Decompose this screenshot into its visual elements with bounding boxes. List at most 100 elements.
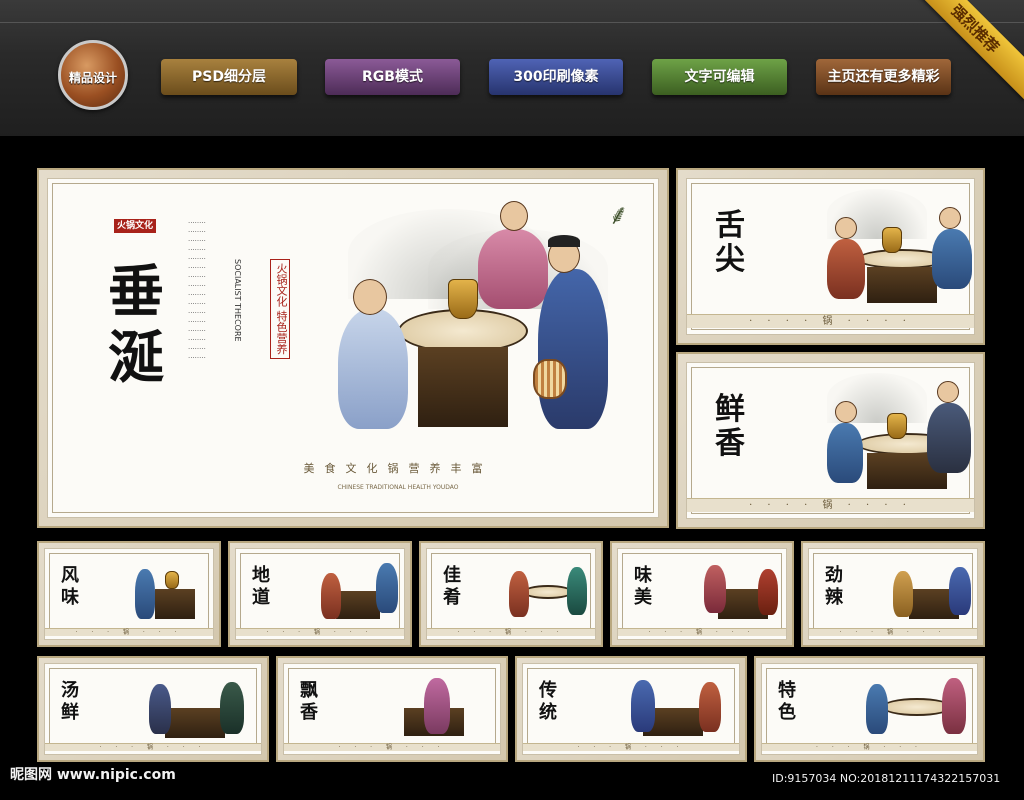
diner-head: [353, 279, 387, 315]
poster-title: 风味: [61, 565, 81, 608]
table: [523, 585, 573, 599]
small-poster-canvas: 味美 · · · 锅 · · ·: [617, 548, 787, 640]
poster-footer: · · · 锅 · · ·: [236, 628, 404, 636]
table-base: [155, 589, 195, 619]
feature-pill-psd[interactable]: PSD细分层: [161, 59, 297, 95]
small-poster-canvas: 地道 · · · 锅 · · ·: [235, 548, 405, 640]
small-poster[interactable]: 汤鲜 · · · 锅 · · ·: [37, 656, 269, 762]
figure: [321, 573, 341, 619]
diner-figure: [827, 239, 865, 299]
small-poster[interactable]: 佳肴 · · · 锅 · · ·: [419, 541, 603, 647]
table-base: [165, 708, 225, 738]
poster-footer: · · · 锅 · · ·: [809, 628, 977, 636]
small-poster-canvas: 特色 · · · 锅 · · ·: [761, 663, 978, 755]
poster-footer: · · · · 锅 · · · ·: [687, 314, 974, 328]
poster-title: 特色: [778, 680, 798, 723]
main-title: 垂涎: [108, 259, 166, 391]
poster-footer: · · · 锅 · · ·: [523, 743, 739, 751]
figure: [704, 565, 726, 613]
diner-head: [835, 217, 857, 239]
badge-label: 精品设计: [68, 71, 117, 85]
figure: [631, 680, 655, 732]
side-poster-canvas: 舌尖 · · · · 锅 · · · ·: [686, 178, 975, 335]
feature-pill-editable[interactable]: 文字可编辑: [652, 59, 787, 95]
side-poster-canvas: 鲜香 · · · · 锅 · · · ·: [686, 362, 975, 519]
feature-pill-more[interactable]: 主页还有更多精彩: [816, 59, 951, 95]
small-poster-canvas: 汤鲜 · · · 锅 · · ·: [44, 663, 262, 755]
poster-title: 飘香: [300, 680, 320, 723]
hotpot: [448, 279, 478, 319]
feature-pill-rgb[interactable]: RGB模式: [325, 59, 460, 95]
diner-head: [835, 401, 857, 423]
figure: [376, 563, 398, 613]
diner-head: [939, 207, 961, 229]
side-poster[interactable]: 鲜香 · · · · 锅 · · · ·: [676, 352, 985, 529]
small-poster-canvas: 传统 · · · 锅 · · ·: [522, 663, 740, 755]
figure: [424, 678, 450, 734]
poster-footer: · · · 锅 · · ·: [427, 628, 595, 636]
figure: [135, 569, 155, 619]
figure: [567, 567, 587, 615]
figure: [949, 567, 971, 615]
bamboo-leaves: ⸙: [608, 198, 630, 231]
small-poster[interactable]: 传统 · · · 锅 · · ·: [515, 656, 747, 762]
poster-footer: · · · 锅 · · ·: [45, 628, 213, 636]
small-poster[interactable]: 劲辣 · · · 锅 · · ·: [801, 541, 985, 647]
image-id: ID:9157034 NO:20181211174322157031: [772, 772, 1001, 785]
small-poster[interactable]: 特色 · · · 锅 · · ·: [754, 656, 985, 762]
diner-head: [937, 381, 959, 403]
small-poster-canvas: 飘香 · · · 锅 · · ·: [283, 663, 501, 755]
footer-english: CHINESE TRADITIONAL HEALTH YOUDAO: [337, 484, 459, 491]
site-watermark: 昵图网 www.nipic.com: [10, 767, 176, 783]
hotpot: [165, 571, 179, 589]
subtitle-vertical: 火锅文化 特色营养: [270, 259, 290, 359]
header-divider: [0, 22, 1024, 23]
table-base: [418, 347, 508, 427]
diner-figure: [932, 229, 972, 289]
side-poster[interactable]: 舌尖 · · · · 锅 · · · ·: [676, 168, 985, 345]
poster-title: 传统: [539, 680, 559, 723]
figure: [509, 571, 529, 617]
poster-footer: · · · · 锅 · · · ·: [687, 498, 974, 512]
figure: [699, 682, 721, 732]
poster-title: 劲辣: [825, 565, 845, 608]
figure: [149, 684, 171, 734]
small-poster[interactable]: 飘香 · · · 锅 · · ·: [276, 656, 508, 762]
brand-badge: 精品设计: [58, 40, 128, 110]
diner-figure: [827, 423, 863, 483]
hotpot: [887, 413, 907, 439]
poster-title: 地道: [252, 565, 272, 608]
cap: [548, 235, 580, 247]
figure: [942, 678, 966, 734]
poster-title: 鲜香: [715, 392, 747, 461]
poster-footer: · · · 锅 · · ·: [618, 628, 786, 636]
bird-cage: [533, 359, 567, 399]
table-base: [336, 591, 380, 619]
feature-pill-print[interactable]: 300印刷像素: [489, 59, 623, 95]
main-poster[interactable]: ⸙ 火锅文化 ········ ········ ········ ········ ·…: [37, 168, 669, 528]
small-poster[interactable]: 味美 · · · 锅 · · ·: [610, 541, 794, 647]
poster-title: 汤鲜: [61, 680, 81, 723]
poster-title: 味美: [634, 565, 654, 608]
figure: [758, 569, 778, 615]
figure: [220, 682, 244, 734]
server-head: [500, 201, 528, 231]
header-strip: 精品设计 PSD细分层 RGB模式 300印刷像素 文字可编辑 主页还有更多精彩…: [0, 0, 1024, 136]
small-poster[interactable]: 风味 · · · 锅 · · ·: [37, 541, 221, 647]
small-poster[interactable]: 地道 · · · 锅 · · ·: [228, 541, 412, 647]
poster-title: 舌尖: [715, 208, 747, 277]
main-poster-canvas: ⸙ 火锅文化 ········ ········ ········ ········ ·…: [47, 178, 659, 518]
small-poster-canvas: 劲辣 · · · 锅 · · ·: [808, 548, 978, 640]
table-base: [867, 267, 937, 303]
diner-figure: [338, 309, 408, 429]
figure: [893, 571, 913, 617]
small-poster-canvas: 佳肴 · · · 锅 · · ·: [426, 548, 596, 640]
hotpot: [882, 227, 902, 253]
standing-figure: [538, 269, 608, 429]
poster-title: 佳肴: [443, 565, 463, 608]
small-poster-canvas: 风味 · · · 锅 · · ·: [44, 548, 214, 640]
diner-figure: [927, 403, 971, 473]
poster-footer: 美食文化锅营养丰富: [268, 459, 528, 479]
poster-footer: · · · 锅 · · ·: [284, 743, 500, 751]
footer-text: 美食文化锅营养丰富: [303, 462, 493, 475]
